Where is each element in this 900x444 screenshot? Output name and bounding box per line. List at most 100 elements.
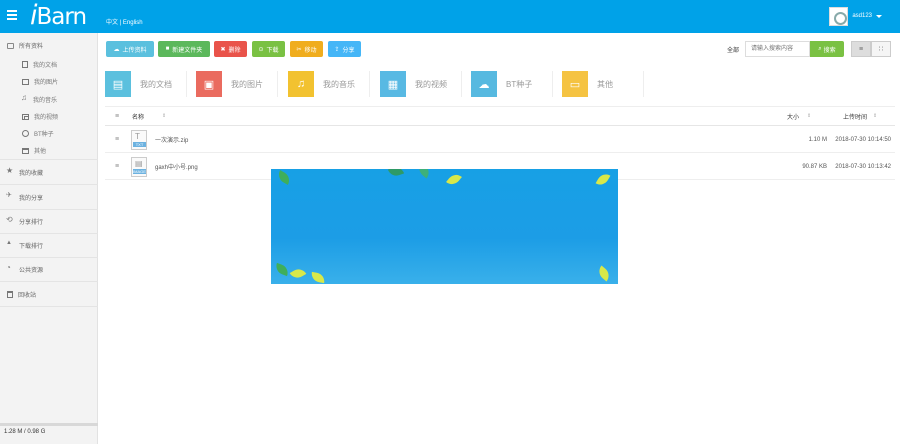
grid-view-button[interactable]: ∷ — [871, 41, 891, 57]
column-size-header[interactable]: 大小 ⇕ — [787, 107, 811, 125]
column-name-header[interactable]: 名称 ⇕ — [132, 107, 166, 125]
leaf-decoration — [273, 262, 291, 277]
sidebar-item-label: 我的分享 — [19, 195, 44, 202]
sidebar-item-all-files[interactable]: 所有资料 — [0, 33, 98, 58]
search-scope-select[interactable]: 全部 — [727, 45, 739, 54]
image-icon — [22, 78, 29, 85]
share-button[interactable]: ⇪ 分享 — [328, 41, 361, 57]
username[interactable]: asd123 — [852, 13, 872, 19]
folder-icon — [7, 42, 14, 49]
sort-icon[interactable]: ⇕ — [873, 113, 877, 119]
sidebar-item-public-resources[interactable]: 公共资源 — [0, 257, 98, 282]
sidebar: 所有资料 我的文档 我的图片 我的音乐 我的视频 BT种子 其他 我的收藏 我的… — [0, 33, 98, 444]
category-documents[interactable]: ▤ 我的文档 — [105, 71, 187, 97]
sidebar-item-label: 分享排行 — [19, 219, 44, 226]
leaf-decoration — [289, 266, 307, 281]
move-button[interactable]: ✂ 移动 — [290, 41, 323, 57]
sidebar-item-label: 所有资料 — [19, 44, 44, 50]
file-thumbnail: T TXT — [131, 130, 147, 150]
delete-button[interactable]: ✖ 删除 — [214, 41, 247, 57]
table-row[interactable]: ≡ T TXT 一次演示.zip 1.10 M 2018-07-30 10:14… — [105, 127, 895, 153]
file-size: 1.10 M — [808, 136, 827, 143]
sort-icon[interactable]: ⇕ — [162, 113, 166, 119]
file-name[interactable]: gaxh中小号.png — [155, 154, 198, 179]
search-button[interactable]: ⌕ 搜索 — [810, 41, 844, 57]
file-type-tag: TXT — [133, 142, 146, 147]
lang-zh-link[interactable]: 中文 — [106, 20, 118, 26]
row-select-icon[interactable]: ≡ — [115, 127, 119, 152]
list-view-button[interactable]: ≡ — [851, 41, 871, 57]
storage-usage-text: 1.28 M / 0.98 G — [4, 429, 46, 435]
category-label: 其他 — [597, 79, 613, 89]
sidebar-item-favorites[interactable]: 我的收藏 — [0, 160, 98, 185]
star-icon — [6, 166, 14, 176]
list-icon: ≡ — [858, 45, 864, 53]
sidebar-item-download-ranking[interactable]: 下载排行 — [0, 233, 98, 258]
image-icon: ▣ — [196, 71, 222, 97]
new-folder-button-label: 新建文件夹 — [172, 47, 203, 54]
sort-icon[interactable]: ⇕ — [807, 113, 811, 119]
category-pictures[interactable]: ▣ 我的图片 — [196, 71, 278, 97]
sidebar-item-documents[interactable]: 我的文档 — [0, 58, 98, 71]
sidebar-item-share-ranking[interactable]: 分享排行 — [0, 209, 98, 234]
sidebar-item-label: 公共资源 — [19, 267, 44, 274]
menu-icon[interactable] — [7, 10, 17, 20]
cloud-upload-icon: ☁ — [113, 46, 120, 53]
folder-open-icon — [22, 147, 29, 154]
film-icon: ▦ — [380, 71, 406, 97]
file-size: 90.87 KB — [802, 163, 827, 170]
sidebar-item-label: 我的音乐 — [33, 98, 58, 104]
file-name[interactable]: 一次演示.zip — [155, 127, 188, 152]
share-icon — [6, 191, 14, 201]
document-icon: ▤ — [105, 71, 131, 97]
document-icon — [22, 61, 28, 68]
select-all-icon[interactable]: ≡ — [115, 107, 119, 125]
music-icon — [21, 93, 28, 103]
lang-separator: | — [119, 20, 122, 26]
sidebar-item-my-shares[interactable]: 我的分享 — [0, 185, 98, 210]
close-icon: ✖ — [220, 46, 226, 53]
sidebar-item-videos[interactable]: 我的视频 — [0, 110, 98, 123]
leaf-decoration — [446, 171, 462, 188]
category-label: 我的视频 — [415, 79, 447, 89]
category-label: 我的文档 — [140, 79, 172, 89]
upload-button-label: 上传资料 — [122, 47, 147, 54]
leaf-decoration — [595, 171, 611, 188]
category-other[interactable]: ▭ 其他 — [562, 71, 644, 97]
avatar[interactable] — [829, 6, 849, 26]
trash-icon — [7, 290, 13, 298]
download-button[interactable]: ⊙ 下载 — [252, 41, 285, 57]
row-select-icon[interactable]: ≡ — [115, 154, 119, 179]
sidebar-item-label: 回收站 — [18, 292, 37, 299]
delete-button-label: 删除 — [228, 47, 241, 54]
sidebar-item-recycle-bin[interactable]: 回收站 — [0, 282, 98, 307]
sidebar-item-other[interactable]: 其他 — [0, 144, 98, 157]
rss-icon — [6, 263, 14, 273]
column-date-header[interactable]: 上传时间 ⇕ — [843, 107, 877, 125]
column-name-label: 名称 — [132, 114, 145, 121]
search-input[interactable] — [745, 41, 810, 57]
user-menu[interactable]: asd123 — [829, 6, 882, 26]
leaf-decoration — [387, 169, 405, 179]
column-size-label: 大小 — [787, 114, 800, 121]
sidebar-item-label: 其他 — [34, 149, 47, 155]
lang-en-link[interactable]: English — [123, 20, 143, 26]
sidebar-item-pictures[interactable]: 我的图片 — [0, 75, 98, 88]
category-torrents[interactable]: ☁ BT种子 — [471, 71, 553, 97]
new-folder-button[interactable]: ■ 新建文件夹 — [158, 41, 210, 57]
sidebar-item-music[interactable]: 我的音乐 — [0, 93, 98, 106]
text-file-icon: T — [135, 132, 140, 141]
share-button-label: 分享 — [342, 47, 355, 54]
upload-button[interactable]: ☁ 上传资料 — [106, 41, 154, 57]
sidebar-item-label: 我的文档 — [33, 63, 58, 69]
sidebar-item-torrents[interactable]: BT种子 — [0, 127, 98, 140]
folder-icon: ■ — [165, 46, 170, 52]
search-button-label: 搜索 — [823, 47, 836, 54]
chevron-down-icon[interactable] — [876, 14, 882, 18]
search-icon: ⌕ — [818, 45, 822, 52]
music-icon: ♫ — [288, 71, 314, 97]
category-videos[interactable]: ▦ 我的视频 — [380, 71, 462, 97]
app-logo[interactable]: iBarn — [30, 1, 87, 32]
category-music[interactable]: ♫ 我的音乐 — [288, 71, 370, 97]
leaf-decoration — [595, 265, 613, 282]
